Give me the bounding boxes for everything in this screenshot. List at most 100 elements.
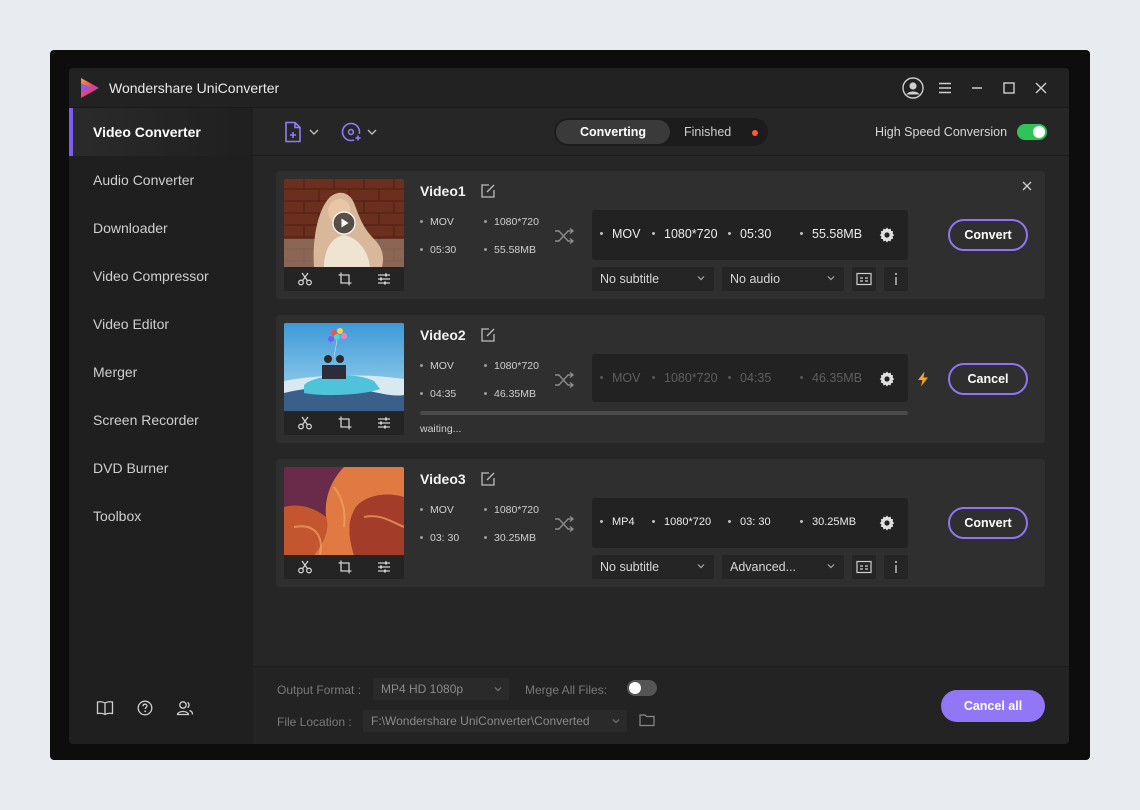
load-dvd-button[interactable] (341, 120, 379, 144)
source-format: MOV (420, 360, 454, 372)
crop-icon[interactable] (338, 416, 352, 430)
sidebar-item-label: Video Editor (93, 316, 170, 332)
rename-icon[interactable] (480, 183, 496, 199)
play-icon[interactable] (332, 211, 356, 235)
sidebar-item-label: Toolbox (93, 508, 142, 524)
settings-gear-icon[interactable] (878, 370, 896, 388)
merge-toggle[interactable] (627, 680, 657, 696)
remove-file-icon[interactable] (1021, 180, 1033, 192)
chevron-down-icon (309, 129, 319, 135)
rename-icon[interactable] (480, 471, 496, 487)
sidebar-item-dvd-burner[interactable]: DVD Burner (69, 444, 253, 492)
output-settings[interactable]: MOV 1080*720 04:35 46.35MB (592, 354, 908, 402)
convert-button[interactable]: Convert (948, 507, 1028, 539)
chevron-down-icon (612, 719, 620, 724)
account-icon[interactable] (175, 698, 195, 718)
source-duration: 04:35 (420, 388, 456, 400)
sidebar-item-toolbox[interactable]: Toolbox (69, 492, 253, 540)
audio-select[interactable]: Advanced... (722, 555, 844, 579)
sidebar-item-video-compressor[interactable]: Video Compressor (69, 252, 253, 300)
effects-icon[interactable] (377, 560, 391, 574)
output-size: 46.35MB (800, 371, 862, 385)
output-settings[interactable]: MOV 1080*720 05:30 55.58MB (592, 210, 908, 260)
chevron-down-icon (494, 687, 502, 692)
sidebar-item-screen-recorder[interactable]: Screen Recorder (69, 396, 253, 444)
sidebar-item-label: Video Compressor (93, 268, 209, 284)
sidebar-item-label: Downloader (93, 220, 168, 236)
trim-icon[interactable] (297, 272, 313, 286)
convert-button[interactable]: Convert (948, 219, 1028, 251)
convert-arrow-icon (554, 226, 574, 246)
add-files-button[interactable] (283, 120, 321, 144)
sidebar-item-audio-converter[interactable]: Audio Converter (69, 156, 253, 204)
tab-converting[interactable]: Converting (556, 120, 670, 144)
sidebar-item-label: Video Converter (93, 124, 201, 140)
video-thumbnail[interactable] (284, 179, 404, 267)
crop-icon[interactable] (338, 560, 352, 574)
cancel-all-button[interactable]: Cancel all (941, 690, 1045, 722)
sidebar-item-video-converter[interactable]: Video Converter (69, 108, 253, 156)
trim-icon[interactable] (297, 560, 313, 574)
thumbnail-tools (284, 267, 404, 291)
video-thumbnail[interactable] (284, 323, 404, 411)
settings-gear-icon[interactable] (878, 514, 896, 532)
effects-icon[interactable] (377, 416, 391, 430)
tab-finished[interactable]: Finished (684, 125, 731, 139)
status-text: waiting... (420, 423, 462, 435)
chevron-down-icon (697, 276, 705, 281)
chevron-down-icon (827, 564, 835, 569)
output-format-select[interactable]: MP4 HD 1080p (373, 678, 509, 700)
audio-select[interactable]: No audio (722, 267, 844, 291)
source-duration: 05:30 (420, 244, 456, 256)
toggle-knob (629, 682, 641, 694)
subtitle-editor-button[interactable] (852, 267, 876, 291)
output-format: MOV (600, 371, 640, 385)
minimize-icon[interactable] (965, 76, 989, 100)
info-icon (895, 561, 897, 573)
thumbnail-tools (284, 555, 404, 579)
output-size: 55.58MB (800, 227, 862, 241)
thumbnail-tools (284, 411, 404, 435)
help-icon[interactable] (135, 698, 155, 718)
output-duration: 04:35 (728, 371, 771, 385)
trim-icon[interactable] (297, 416, 313, 430)
folder-icon[interactable] (639, 713, 655, 727)
user-avatar-icon[interactable] (901, 76, 925, 100)
sidebar-item-video-editor[interactable]: Video Editor (69, 300, 253, 348)
output-settings[interactable]: MP4 1080*720 03: 30 30.25MB (592, 498, 908, 548)
app-logo-icon (79, 77, 101, 99)
info-button[interactable] (884, 267, 908, 291)
add-file-icon (285, 121, 301, 143)
cancel-button[interactable]: Cancel (948, 363, 1028, 395)
output-size: 30.25MB (800, 516, 856, 528)
maximize-icon[interactable] (997, 76, 1021, 100)
settings-gear-icon[interactable] (878, 226, 896, 244)
high-speed-label: High Speed Conversion (875, 125, 1008, 139)
sidebar-item-merger[interactable]: Merger (69, 348, 253, 396)
convert-arrow-icon (554, 514, 574, 534)
crop-icon[interactable] (338, 272, 352, 286)
source-format: MOV (420, 216, 454, 228)
output-format: MOV (600, 227, 640, 241)
sidebar: Video Converter Audio Converter Download… (69, 108, 253, 744)
subtitle-value: No subtitle (600, 560, 660, 574)
menu-icon[interactable] (933, 76, 957, 100)
effects-icon[interactable] (377, 272, 391, 286)
subtitle-select[interactable]: No subtitle (592, 267, 714, 291)
add-dvd-icon (341, 122, 363, 143)
rename-icon[interactable] (480, 327, 496, 343)
video-thumbnail[interactable] (284, 467, 404, 555)
subtitle-select[interactable]: No subtitle (592, 555, 714, 579)
high-speed-toggle[interactable] (1017, 124, 1047, 140)
close-icon[interactable] (1029, 76, 1053, 100)
subtitle-editor-button[interactable] (852, 555, 876, 579)
merge-label: Merge All Files: (525, 683, 608, 697)
sidebar-item-label: DVD Burner (93, 460, 169, 476)
toggle-knob (1033, 126, 1045, 138)
info-button[interactable] (884, 555, 908, 579)
video-title: Video2 (420, 327, 466, 343)
sidebar-item-downloader[interactable]: Downloader (69, 204, 253, 252)
book-icon[interactable] (95, 698, 115, 718)
file-location-select[interactable]: F:\Wondershare UniConverter\Converted (363, 710, 627, 732)
output-resolution: 1080*720 (652, 227, 718, 241)
